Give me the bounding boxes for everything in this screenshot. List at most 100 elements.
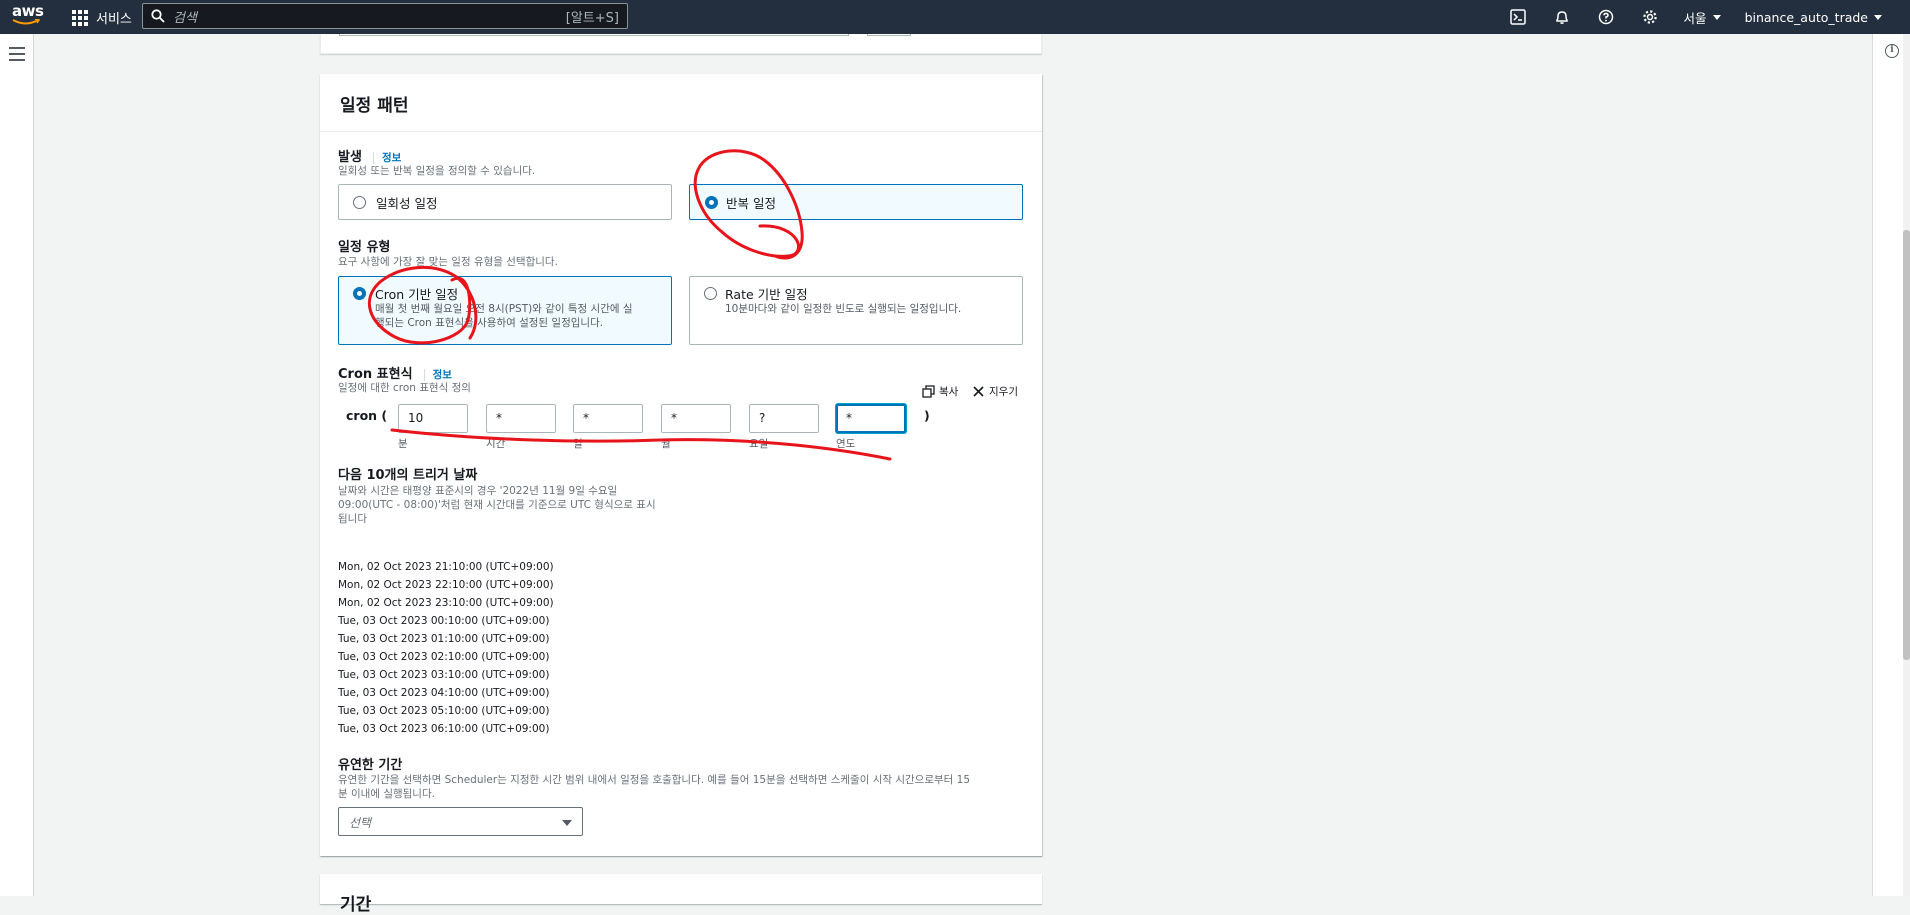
chevron-down-icon [1712,14,1721,20]
schedule-pattern-panel: 일정 패턴 발생 정보 일회성 또는 반복 일정을 정의할 수 있습니다. 일회… [320,74,1042,856]
rate-based-schedule-option[interactable]: Rate 기반 일정 10분마다와 같이 일정한 빈도로 실행되는 일정입니다. [689,276,1023,345]
one-time-schedule-label: 일회성 일정 [376,196,438,211]
flex-window-description-line1: 유연한 기간을 선택하면 Scheduler는 지정한 시간 범위 내에서 일정… [338,774,971,786]
trigger-date-item: Tue, 03 Oct 2023 04:10:00 (UTC+09:00) [338,687,550,699]
close-icon [973,386,984,397]
search-placeholder: 검색 [173,10,197,26]
trigger-date-item: Mon, 02 Oct 2023 21:10:00 (UTC+09:00) [338,561,554,573]
bell-icon [1555,11,1568,24]
cron-prefix: cron ( [346,408,388,423]
search-input[interactable]: 검색 [알트+S] [142,3,628,29]
recurring-schedule-label: 반복 일정 [726,196,776,211]
clear-button[interactable]: 지우기 [972,384,1018,399]
trigger-date-item: Mon, 02 Oct 2023 23:10:00 (UTC+09:00) [338,597,554,609]
grid-icon [72,9,88,26]
next-panel-title: 기간 [340,895,372,915]
rate-option-title: Rate 기반 일정 [725,287,808,302]
occurrence-label-row: 발생 정보 [338,146,402,165]
notifications-button[interactable] [1540,0,1584,34]
trigger-date-item: Mon, 02 Oct 2023 22:10:00 (UTC+09:00) [338,579,554,591]
nav-right-group: 서울 binance_auto_trade [1496,0,1910,34]
cron-expression-description: 일정에 대한 cron 표현식 정의 [338,382,471,394]
cron-year-label: 연도 [836,438,856,450]
left-rail [0,34,34,896]
cron-suffix: ) [924,408,930,423]
cron-option-title: Cron 기반 일정 [375,287,459,302]
search-icon [151,9,165,23]
cron-day-of-week-input[interactable]: ? [749,404,819,433]
next-panel-fragment: 기간 [320,874,1042,915]
menu-icon[interactable] [9,47,25,65]
services-menu-button[interactable]: 서비스 [72,8,132,27]
trigger-date-item: Tue, 03 Oct 2023 02:10:00 (UTC+09:00) [338,651,550,663]
account-label: binance_auto_trade [1744,9,1868,25]
one-time-schedule-option[interactable]: 일회성 일정 [338,184,672,220]
flex-window-label: 유연한 기간 [338,758,403,773]
cron-option-description-line2: 행되는 Cron 표현식을 사용하여 설정된 일정입니다. [375,317,604,329]
cron-minutes-label: 분 [398,438,408,450]
cron-year-input[interactable]: * [836,404,906,433]
schedule-type-description: 요구 사항에 가장 잘 맞는 일정 유형을 선택합니다. [338,256,558,268]
region-label: 서울 [1683,10,1707,26]
region-selector[interactable]: 서울 [1672,8,1733,27]
aws-logo[interactable]: aws [12,2,44,28]
next-triggers-description-line3: 됩니다 [338,513,367,525]
cron-based-schedule-option[interactable]: Cron 기반 일정 매월 첫 번째 월요일 오전 8시(PST)와 같이 특정… [338,276,672,345]
next-triggers-description-line2: 09:00(UTC - 08:00)'처럼 현재 시간대를 기준으로 UTC 형… [338,499,656,511]
radio-one-time[interactable] [353,196,366,209]
cron-month-input[interactable]: * [661,404,731,433]
clear-label: 지우기 [989,386,1018,398]
aws-smile-icon [12,19,40,25]
copy-button[interactable]: 복사 [922,384,958,399]
next-triggers-label: 다음 10개의 트리거 날짜 [338,468,478,483]
terminal-icon [1509,9,1526,25]
recurring-schedule-option[interactable]: 반복 일정 [689,184,1023,220]
cloudshell-button[interactable] [1496,0,1540,34]
cron-hours-label: 시간 [486,438,506,450]
account-menu[interactable]: binance_auto_trade [1733,10,1910,25]
scrollbar-thumb[interactable] [1903,230,1910,660]
copy-icon [922,385,935,398]
cron-day-of-month-label: 일 [573,438,583,450]
panel-title: 일정 패턴 [340,96,409,116]
previous-panel-fragment [320,34,1042,54]
radio-recurring[interactable] [705,196,718,209]
aws-logo-text: aws [12,2,44,20]
trigger-date-item: Tue, 03 Oct 2023 05:10:00 (UTC+09:00) [338,705,550,717]
cron-expression-info-link[interactable]: 정보 [423,369,452,381]
cron-day-of-month-input[interactable]: * [573,404,643,433]
cron-expression-label: Cron 표현식 [338,367,413,382]
radio-rate[interactable] [704,287,717,300]
rate-option-description: 10분마다와 같이 일정한 빈도로 실행되는 일정입니다. [725,303,962,315]
trigger-date-item: Tue, 03 Oct 2023 03:10:00 (UTC+09:00) [338,669,550,681]
panel-header: 일정 패턴 [320,74,1042,132]
copy-label: 복사 [939,386,959,398]
settings-button[interactable] [1628,0,1672,34]
trigger-date-item: Tue, 03 Oct 2023 06:10:00 (UTC+09:00) [338,723,550,735]
cron-day-of-week-label: 요일 [749,438,769,450]
trigger-date-item: Tue, 03 Oct 2023 00:10:00 (UTC+09:00) [338,615,550,627]
chevron-down-icon [1874,14,1882,20]
occurrence-info-link[interactable]: 정보 [373,152,402,164]
top-navigation-bar: aws 서비스 검색 [알트+S] 서울 binance_auto_trade [0,0,1910,34]
trigger-date-list: Mon, 02 Oct 2023 21:10:00 (UTC+09:00) Mo… [338,558,554,738]
previous-input-edge [339,34,849,36]
cron-minutes-input[interactable]: 10 [398,404,468,433]
trigger-date-item: Tue, 03 Oct 2023 01:10:00 (UTC+09:00) [338,633,550,645]
radio-cron[interactable] [353,287,366,300]
services-label: 서비스 [96,12,132,27]
flex-window-placeholder: 선택 [349,816,372,830]
search-shortcut-hint: [알트+S] [565,10,619,26]
cron-expression-label-row: Cron 표현식 정보 [338,363,452,382]
previous-button-edge [867,34,911,36]
info-panel-icon[interactable]: i [1885,44,1899,58]
help-button[interactable] [1584,0,1628,34]
flex-window-description-line2: 분 이내에 실행됩니다. [338,788,435,800]
occurrence-description: 일회성 또는 반복 일정을 정의할 수 있습니다. [338,165,536,177]
cron-month-label: 월 [661,438,671,450]
cron-hours-input[interactable]: * [486,404,556,433]
schedule-type-label: 일정 유형 [338,240,391,255]
flex-window-select[interactable]: 선택 [338,807,583,836]
gear-icon [1642,10,1657,24]
next-triggers-description-line1: 날짜와 시간은 태평양 표준시의 경우 '2022년 11월 9일 수요일 [338,485,618,497]
